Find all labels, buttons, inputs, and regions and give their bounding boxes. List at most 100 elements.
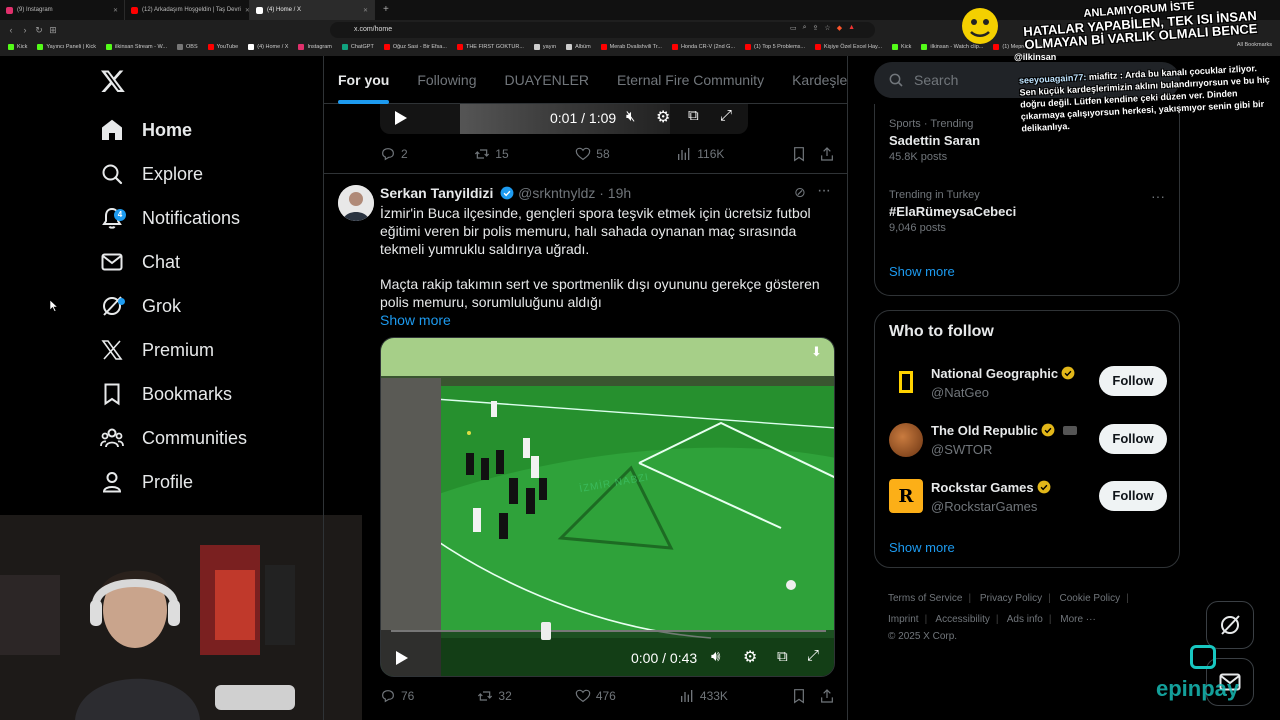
fullscreen-icon[interactable]: ⤢ — [807, 647, 819, 664]
settings-gear-icon[interactable]: ⚙ — [656, 107, 670, 127]
play-icon[interactable] — [394, 110, 408, 126]
author-handle[interactable]: @srkntnyldz — [518, 185, 595, 201]
settings-gear-icon[interactable]: ⚙ — [743, 647, 757, 667]
bookmark-item[interactable]: ilkinsan Stream - W... — [106, 44, 167, 50]
post2-video[interactable]: İZMİR NABZI ⬇ 0:00 / 0:43 🔊︎ ⚙ ⧉ ⤢ — [380, 337, 835, 677]
volume-icon[interactable]: 🔊︎ — [711, 648, 720, 665]
footer-link[interactable]: Privacy Policy — [980, 593, 1042, 604]
apps-icon[interactable]: ⊞ — [46, 25, 60, 36]
sidebar-item-communities[interactable]: Communities — [100, 420, 247, 456]
follow-button[interactable]: Follow — [1099, 481, 1167, 511]
bookmark-item[interactable]: YouTube — [207, 44, 238, 50]
bookmark-item[interactable]: Kişiye Özel Excel Hay... — [815, 44, 882, 50]
screen-icon[interactable]: ▭ — [790, 24, 797, 32]
close-icon[interactable]: ✕ — [113, 7, 118, 14]
follow-button[interactable]: Follow — [1099, 366, 1167, 396]
sidebar-item-explore[interactable]: Explore — [100, 156, 203, 192]
share-icon[interactable]: ⇪ — [813, 24, 819, 32]
sidebar-item-home[interactable]: Home — [100, 112, 192, 148]
share-icon[interactable] — [819, 688, 835, 704]
star-icon[interactable]: ☆ — [824, 24, 830, 32]
like-button[interactable]: 58 — [575, 146, 610, 162]
rewards-icon[interactable]: ▲ — [848, 24, 855, 32]
back-icon[interactable]: ‹ — [4, 25, 18, 35]
avatar[interactable] — [338, 185, 374, 221]
follow-button[interactable]: Follow — [1099, 424, 1167, 454]
browser-tab-x-home[interactable]: (4) Home / X ✕ — [250, 0, 375, 20]
show-more-link[interactable]: Show more — [380, 311, 835, 329]
browser-tab-instagram[interactable]: (9) Instagram ✕ — [0, 0, 125, 20]
footer-link[interactable]: Cookie Policy — [1060, 593, 1121, 604]
video-progress-handle[interactable] — [541, 622, 551, 640]
footer-link[interactable]: Ads info — [1007, 614, 1043, 625]
views-button[interactable]: 433K — [679, 688, 728, 704]
bookmark-item[interactable]: OBS — [177, 44, 198, 50]
bookmark-item[interactable]: (4) Home / X — [248, 44, 288, 50]
pip-icon[interactable]: ⧉ — [777, 648, 788, 665]
bookmark-item[interactable]: Instagram — [298, 44, 332, 50]
zoom-icon[interactable]: ⌕ — [803, 24, 807, 32]
share-icon[interactable] — [819, 146, 835, 162]
bookmark-item[interactable]: Kick — [891, 44, 911, 50]
reply-button[interactable]: 2 — [380, 146, 408, 162]
like-button[interactable]: 476 — [575, 688, 616, 704]
bookmark-item[interactable]: (1) Top 5 Problems... — [745, 44, 805, 50]
bookmark-item[interactable]: Honda CR-V (2nd G... — [671, 44, 735, 50]
avatar[interactable] — [889, 423, 923, 457]
views-button[interactable]: 116K — [676, 146, 724, 162]
footer-link[interactable]: Accessibility — [935, 614, 989, 625]
bookmark-item[interactable]: ChatGPT — [341, 44, 374, 50]
video-progress-track[interactable] — [391, 622, 826, 640]
bookmark-item[interactable]: THE FIRST GOKTUR... — [456, 44, 524, 50]
reload-icon[interactable]: ↻ — [32, 25, 46, 36]
bookmark-item[interactable]: Kick — [8, 44, 27, 50]
x-logo-icon[interactable] — [100, 68, 126, 94]
brave-shield-icon[interactable]: ◆ — [837, 24, 842, 32]
reply-button[interactable]: 76 — [380, 688, 414, 704]
sidebar-item-profile[interactable]: Profile — [100, 464, 193, 500]
pip-icon[interactable]: ⧉ — [688, 107, 699, 124]
bookmark-icon[interactable] — [791, 146, 807, 162]
fullscreen-icon[interactable]: ⤢ — [720, 107, 732, 124]
tab-following[interactable]: Following — [403, 56, 490, 104]
sidebar-item-bookmarks[interactable]: Bookmarks — [100, 376, 232, 412]
rockstar-logo-icon[interactable]: R — [889, 479, 923, 513]
suggestion-account[interactable]: National Geographic @NatGeo — [931, 365, 1075, 400]
bookmark-icon[interactable] — [791, 688, 807, 704]
tab-duayenler[interactable]: DUAYENLER — [490, 56, 603, 104]
bookmark-item[interactable]: Oğuz Sasi - Bir Efsa... — [383, 44, 447, 50]
tab-eternal-fire-community[interactable]: Eternal Fire Community — [603, 56, 778, 104]
browser-tab-youtube[interactable]: (12) Arkadaşım Hoşgeldin | Taş Devri ✕ — [125, 0, 250, 20]
suggestion-account[interactable]: Rockstar Games @RockstarGames — [931, 479, 1051, 514]
author-name[interactable]: Serkan Tanyildizi — [380, 185, 493, 201]
more-options-icon[interactable]: ··· — [1151, 188, 1165, 204]
mute-icon[interactable]: 🔇︎ — [626, 108, 635, 125]
sidebar-item-grok[interactable]: Grok — [100, 288, 181, 324]
trends-show-more-link[interactable]: Show more — [889, 264, 955, 279]
footer-link[interactable]: Terms of Service — [888, 593, 962, 604]
repost-button[interactable]: 32 — [477, 688, 512, 704]
sidebar-item-notifications[interactable]: 4 Notifications — [100, 200, 240, 236]
footer-more-link[interactable]: More ··· — [1060, 614, 1096, 625]
bookmark-item[interactable]: Merab Dvalishvili Tr... — [600, 44, 662, 50]
footer-link[interactable]: Imprint — [888, 614, 919, 625]
tab-kardesler[interactable]: Kardeşler K — [778, 56, 847, 104]
sidebar-item-chat[interactable]: Chat — [100, 244, 180, 280]
post1-video[interactable]: 0:01 / 1:09 🔇︎ ⚙ ⧉ ⤢ — [380, 104, 748, 134]
close-icon[interactable]: ✕ — [363, 7, 368, 14]
who-to-follow-show-more-link[interactable]: Show more — [889, 540, 955, 555]
bookmark-item[interactable]: yayın — [533, 44, 556, 50]
new-tab-button[interactable]: + — [375, 0, 397, 20]
forward-icon[interactable]: › — [18, 25, 32, 35]
download-icon[interactable]: ⬇ — [811, 344, 822, 360]
bookmark-item[interactable]: Yayıncı Paneli | Kick — [37, 44, 96, 50]
repost-button[interactable]: 15 — [474, 146, 509, 162]
bookmark-item[interactable]: Albüm — [566, 44, 591, 50]
grok-floating-button[interactable] — [1206, 601, 1254, 649]
grok-post-icon[interactable]: ⊘ — [794, 184, 806, 201]
tab-for-you[interactable]: For you — [324, 56, 403, 104]
post-timestamp[interactable]: · 19h — [599, 185, 631, 201]
play-icon[interactable] — [395, 650, 409, 666]
sidebar-item-premium[interactable]: Premium — [100, 332, 214, 368]
avatar[interactable] — [889, 365, 923, 399]
